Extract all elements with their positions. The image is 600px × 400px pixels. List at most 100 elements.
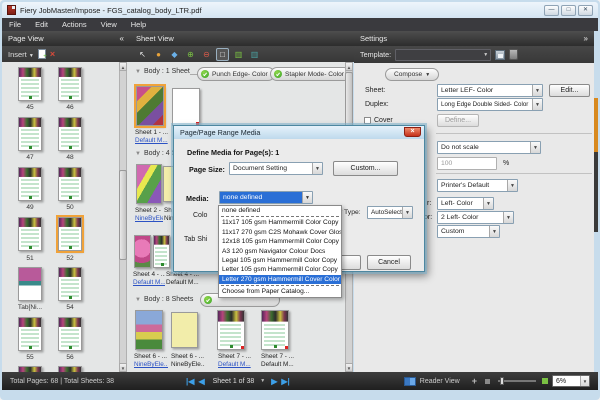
duplex-dropdown[interactable]: Long Edge Double Sided- Color▼ [437,98,543,111]
sheet-thumbnail[interactable] [134,235,151,268]
zoom-slider[interactable] [498,380,536,382]
sheet-thumbnail[interactable] [261,310,289,350]
cover-checkbox[interactable] [364,117,371,124]
select-tool-icon[interactable]: ↖ [136,48,149,61]
sheet-nav-dropdown-icon[interactable]: ▼ [260,378,265,384]
cancel-button[interactable]: Cancel [367,255,411,270]
menu-file[interactable]: File [2,20,28,29]
sheet-media-link[interactable]: NineByEle... [134,361,168,369]
page-thumbnail[interactable] [18,167,42,201]
dialog-close-button[interactable]: × [404,127,421,137]
media-option[interactable]: 12x18 105 gsm Hammermill Color Copy [219,237,341,246]
sheet-thumbnail[interactable] [172,88,200,126]
mask-tool-icon[interactable]: ◆ [168,48,181,61]
insert-button[interactable]: Insert ▼ [8,50,34,59]
media-dropdown[interactable]: none defined▼ [219,191,313,204]
printers-default-dropdown[interactable]: Printer's Default▼ [437,179,518,192]
delete-page-icon[interactable]: × [50,49,55,59]
sheet-thumbnail[interactable] [171,312,198,348]
menu-actions[interactable]: Actions [55,20,94,29]
page-thumbnail[interactable] [58,167,82,201]
sheet-layout-icon[interactable]: □ [216,48,229,61]
menu-edit[interactable]: Edit [28,20,55,29]
media-type-dropdown[interactable]: AutoSelect▼ [367,206,413,219]
media-option[interactable]: 11x17 105 gsm Hammermill Color Copy [219,218,341,227]
save-template-icon[interactable] [495,50,505,60]
section-body-8-sheets[interactable]: ▼Body : 8 Sheets [135,296,193,303]
first-sheet-icon[interactable]: |◀ [186,377,194,386]
template-dropdown[interactable]: ▼ [395,49,491,61]
delete-template-icon[interactable] [509,49,518,60]
maximize-button[interactable]: □ [561,5,576,16]
sheet-thumbnail-selected[interactable] [136,86,164,126]
scroll-down-icon[interactable]: ▼ [345,363,353,372]
stapler-dropdown[interactable]: Left- Color▼ [437,197,494,210]
reader-view-button[interactable]: Reader View [420,378,460,385]
page-thumbnail[interactable] [58,317,82,351]
define-cover-button[interactable]: Define... [437,114,479,127]
page-thumbnail-selected[interactable] [58,217,82,251]
custom-page-size-button[interactable]: Custom... [333,161,398,176]
fit-view-icon[interactable]: + [472,376,477,386]
media-option-selected[interactable]: Letter 270 gsm Hammermill Cover Color Co… [219,275,341,284]
sheet-media-link[interactable]: Default M... [218,361,252,369]
collapse-panel-icon[interactable]: » [584,34,588,43]
menu-view[interactable]: View [94,20,124,29]
media-option[interactable]: Legal 105 gsm Hammermill Color Copy [219,256,341,265]
scroll-up-icon[interactable]: ▲ [119,62,127,71]
prev-sheet-icon[interactable]: ◀ [198,377,204,386]
page-thumbnail[interactable] [58,67,82,101]
title-bar[interactable]: Fiery JobMaster/Impose - FGS_catalog_bod… [2,2,598,18]
stapler-mode-badge[interactable]: Stapler Mode- Color [270,67,345,81]
zoom-in-icon[interactable]: ⊕ [184,48,197,61]
media-option[interactable]: none defined [219,206,341,215]
media-option[interactable]: A3 120 gsm Navigator Colour Docs [219,247,341,256]
next-sheet-icon[interactable]: ▶ [271,377,277,386]
page-view-scroll-thumb[interactable] [119,170,127,260]
reader-spread-icon[interactable]: ▥ [248,48,261,61]
sheet-dropdown[interactable]: Letter LEF- Color▼ [437,84,543,97]
punch-edge-badge[interactable]: Punch Edge- Color [197,67,275,81]
sheet-thumbnail[interactable] [217,310,245,350]
menu-help[interactable]: Help [124,20,153,29]
close-button[interactable]: ✕ [578,5,593,16]
last-sheet-icon[interactable]: ▶| [281,377,289,386]
new-page-icon[interactable]: + [38,49,46,59]
zoom-large-icon[interactable] [542,378,548,384]
scale-dropdown[interactable]: Do not scale▼ [437,141,541,154]
punch-dropdown[interactable]: 2 Left- Color▼ [437,211,514,224]
pan-tool-icon[interactable]: ● [152,48,165,61]
media-option[interactable]: 11x17 270 gsm C2S Mohawk Cover Gloss [219,228,341,237]
media-option[interactable]: Letter 105 gsm Hammermill Color Copy [219,265,341,274]
paper-catalog-option[interactable]: Choose from Paper Catalog... [219,287,341,296]
page-mode-icon[interactable]: ▥ [232,48,245,61]
page-thumbnail[interactable] [18,67,42,101]
edit-sheet-button[interactable]: Edit... [549,84,590,97]
zoom-level-select[interactable]: 6%▼ [552,375,590,387]
minimize-button[interactable]: — [544,5,559,16]
sheet-thumbnail[interactable] [135,310,163,350]
page-thumbnail[interactable] [18,317,42,351]
sheet-media-link[interactable]: Default M... [133,279,165,287]
sheet-thumbnail[interactable] [153,235,170,268]
dialog-title-bar[interactable]: Page/Page Range Media × [174,126,424,139]
sheet-thumbnail[interactable] [136,164,162,204]
section-body-1-sheet[interactable]: ▼Body : 1 Sheet [135,68,190,75]
page-thumbnail-tab[interactable] [18,267,42,301]
page-thumbnail[interactable] [18,117,42,151]
scale-percent-input[interactable]: 100 [437,157,497,170]
collapse-panel-icon[interactable]: « [120,34,124,43]
sheet-media-link[interactable]: Default M... [135,137,169,145]
page-thumbnail[interactable] [58,267,82,301]
zoom-small-icon[interactable] [485,379,490,384]
page-thumbnail[interactable] [58,117,82,151]
page-size-dropdown[interactable]: Document Setting▼ [229,162,323,175]
sheet-view-scroll-thumb[interactable] [345,72,353,127]
compose-menu-button[interactable]: Compose▼ [385,68,439,81]
sheet-media-link[interactable]: NineByEle... [135,215,163,223]
scroll-down-icon[interactable]: ▼ [119,363,127,372]
zoom-out-icon[interactable]: ⊖ [200,48,213,61]
scroll-up-icon[interactable]: ▲ [345,62,353,71]
page-thumbnail[interactable] [18,217,42,251]
custom-dropdown[interactable]: Custom▼ [437,225,500,238]
